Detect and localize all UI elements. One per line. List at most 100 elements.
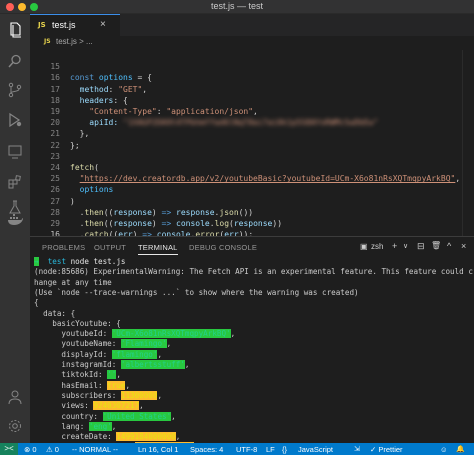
terminal-line: data: { (34, 308, 76, 318)
prompt-arrow-icon: → (34, 257, 39, 266)
json-punct: , (139, 401, 144, 411)
tab-problems[interactable]: PROBLEMS (42, 243, 85, 252)
status-bar: >< ⊗ 0 ⚠ 0 -- NORMAL -- Ln 16, Col 1 Spa… (0, 443, 474, 455)
bottom-panel: PROBLEMS OUTPUT TERMINAL DEBUG CONSOLE ▣… (30, 236, 474, 455)
json-punct: , (175, 432, 181, 442)
json-key: createDate: (34, 432, 117, 442)
errors-count[interactable]: ⊗ 0 (24, 445, 37, 454)
json-key: instagramId: (34, 360, 121, 369)
terminal-line: (Use `node --trace-warnings ...` to show… (34, 287, 359, 297)
breadcrumb-file[interactable]: test.js > ... (56, 37, 93, 46)
terminal-line: tiktokId: '', (34, 370, 121, 380)
maximize-panel-icon[interactable]: ^ (447, 241, 451, 251)
json-punct: , (111, 421, 117, 431)
files-icon[interactable] (7, 22, 23, 38)
terminal-line: views: 9240307217, (34, 401, 144, 411)
json-value: 'Flamingo' (120, 339, 167, 349)
tab-debug-console[interactable]: DEBUG CONSOLE (189, 243, 257, 252)
new-terminal-button[interactable]: + (392, 241, 397, 251)
json-key: subscribers: (34, 390, 121, 400)
terminal-line: hange at any time (34, 277, 112, 287)
code-line: 18 "Content-Type": "application/json", (30, 84, 474, 116)
json-key: youtubeName: (34, 339, 121, 349)
account-icon[interactable] (7, 389, 23, 405)
json-punct: , (157, 349, 163, 359)
code-line: 28 .then((response) => console.log(respo… (30, 196, 474, 228)
extensions-icon[interactable] (7, 174, 23, 190)
terminal-shell-icon: ▣ (360, 242, 368, 251)
json-value: true (107, 380, 126, 390)
json-key: lang: (34, 421, 89, 431)
json-punct: , (184, 360, 190, 369)
json-value: 'United States' (102, 411, 172, 421)
json-key: tiktokId: (34, 370, 108, 380)
json-punct: , (230, 329, 236, 339)
code-line: 29 .catch((err) => console.error(err)); (30, 207, 474, 239)
docker-icon[interactable] (7, 212, 23, 228)
title-bar: test.js — test (0, 0, 474, 14)
language-mode[interactable]: JavaScript (298, 445, 333, 454)
feedback-icon[interactable]: ☺ (440, 445, 448, 454)
code-line: 16 method: "GET", (30, 61, 474, 93)
trash-icon[interactable]: 🗑 (431, 241, 441, 250)
terminal-dropdown-icon[interactable]: ∨ (403, 242, 408, 250)
code-line: 19 apiId: "1XAGP2DA9t4TPbhmffad6lNqT8ai7… (30, 95, 474, 127)
close-tab-icon[interactable]: × (100, 19, 106, 30)
json-punct: , (116, 370, 121, 380)
format-icon: ⇲ (354, 445, 360, 453)
terminal-line: (node:85686) ExperimentalWarning: The Fe… (34, 267, 473, 277)
javascript-file-icon: JS (38, 21, 46, 29)
split-terminal-icon[interactable]: ⊟ (417, 241, 425, 252)
activity-bar (0, 14, 30, 443)
run-debug-icon[interactable] (7, 112, 23, 128)
close-panel-icon[interactable]: × (461, 241, 466, 251)
terminal-line: basicYoutube: { (34, 318, 121, 328)
json-value: 9240307217 (93, 401, 140, 411)
json-value: 1499184000000 (116, 432, 176, 442)
code-line: 27 .then((response) => response.json()) (30, 184, 474, 217)
end-of-line[interactable]: LF (266, 445, 275, 454)
tab-filename: test.js (52, 20, 76, 30)
remote-explorer-icon[interactable] (7, 144, 23, 160)
code-line: 22 (30, 128, 474, 150)
terminal-output[interactable]: → test node test.js (node:85686) Experim… (34, 257, 473, 455)
warnings-count[interactable]: ⚠ 0 (46, 445, 59, 454)
source-control-icon[interactable] (7, 82, 23, 98)
breadcrumb-separator: > ... (79, 37, 93, 46)
code-line: 26 ) (30, 173, 474, 205)
notifications-bell-icon[interactable]: 🔔 (456, 445, 465, 453)
remote-indicator[interactable]: >< (0, 443, 18, 455)
cursor-position[interactable]: Ln 16, Col 1 (138, 445, 178, 454)
tab-terminal[interactable]: TERMINAL (138, 243, 178, 255)
terminal-command: node test.js (70, 257, 126, 266)
json-key: hasEmail: (34, 380, 108, 390)
vim-mode: -- NORMAL -- (72, 444, 118, 454)
braces-icon[interactable]: {} (282, 445, 287, 454)
code-line: 25 options (30, 162, 474, 194)
terminal-shell-name[interactable]: zsh (371, 242, 383, 251)
terminal-line: createDate: 1499184000000, (34, 432, 180, 442)
prettier-status[interactable]: ✓ Prettier (370, 445, 403, 454)
breadcrumb-filename: test.js (56, 37, 77, 46)
editor-scrollbar[interactable] (462, 50, 474, 236)
tab-test-js[interactable]: JS test.js × (30, 14, 120, 36)
terminal-line: displayId: 'flamingo', (34, 349, 163, 360)
terminal-line: youtubeId: 'UCm-X6o81nRsXQTmqpyArkBQ', (34, 329, 235, 339)
indentation[interactable]: Spaces: 4 (190, 445, 223, 454)
code-line: 24 "https://dev.creatordb.app/v2/youtube… (30, 151, 474, 183)
terminal-line: youtubeName: 'Flamingo', (34, 339, 171, 349)
json-value: 'albertsstuff' (120, 360, 185, 369)
code-editor[interactable]: 15 const options = { 16 method: "GET", 1… (30, 50, 474, 239)
search-icon[interactable] (7, 53, 23, 69)
encoding[interactable]: UTF-8 (236, 445, 257, 454)
prompt-dir: test (47, 257, 67, 266)
json-punct: , (125, 380, 131, 390)
tab-output[interactable]: OUTPUT (94, 243, 126, 252)
json-key: displayId: (34, 349, 112, 359)
settings-gear-icon[interactable] (7, 418, 23, 434)
json-value: 'eng' (88, 421, 112, 431)
code-line: 20 }, (30, 106, 474, 138)
breadcrumb: JS test.js > ... (30, 36, 474, 50)
json-value: 'flamingo' (111, 349, 158, 359)
terminal-line: subscribers: 11300000, (34, 390, 162, 401)
